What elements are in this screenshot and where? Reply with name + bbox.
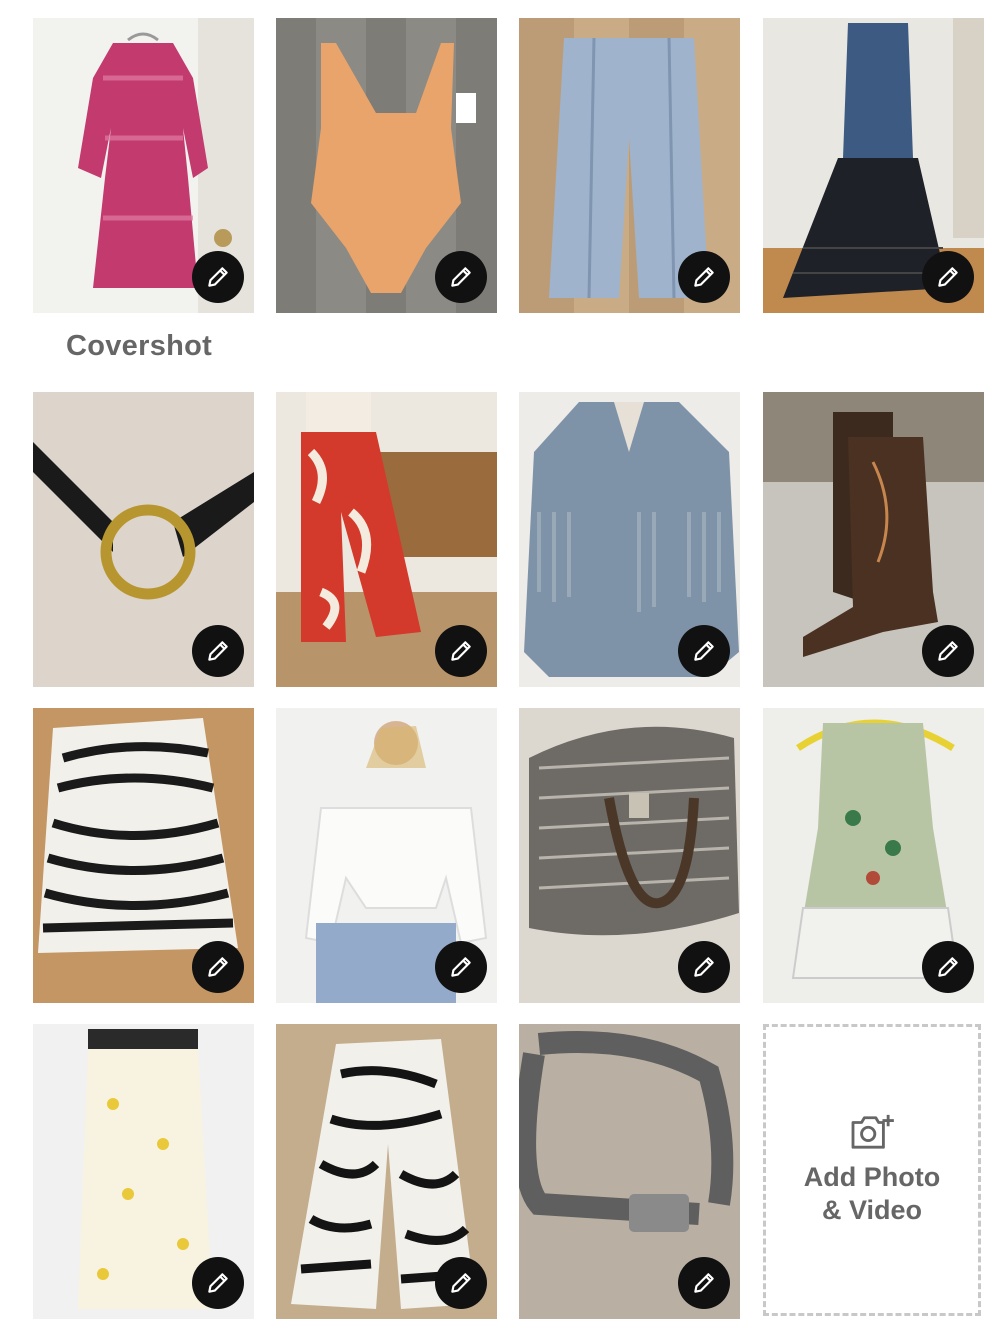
edit-photo-button[interactable] — [922, 251, 974, 303]
pencil-icon — [694, 957, 714, 977]
photo-tile-12[interactable] — [763, 708, 984, 1003]
add-photo-video-label: Add Photo & Video — [803, 1162, 941, 1225]
edit-photo-button[interactable] — [922, 625, 974, 677]
photo-tile-7[interactable] — [519, 392, 740, 687]
photo-tile-11[interactable] — [519, 708, 740, 1003]
pencil-icon — [208, 957, 228, 977]
pencil-icon — [938, 957, 958, 977]
photo-tile-10[interactable] — [276, 708, 497, 1003]
pencil-icon — [451, 957, 471, 977]
pencil-icon — [694, 1273, 714, 1293]
pencil-icon — [938, 641, 958, 661]
edit-photo-button[interactable] — [435, 625, 487, 677]
camera-plus-icon — [851, 1114, 894, 1149]
pencil-icon — [694, 267, 714, 287]
edit-photo-button[interactable] — [192, 251, 244, 303]
pencil-icon — [694, 641, 714, 661]
photo-tile-2[interactable] — [276, 18, 497, 313]
edit-photo-button[interactable] — [435, 1257, 487, 1309]
edit-photo-button[interactable] — [922, 941, 974, 993]
photo-tile-13[interactable] — [33, 1024, 254, 1319]
photo-tile-8[interactable] — [763, 392, 984, 687]
photo-tile-5[interactable] — [33, 392, 254, 687]
photo-tile-1[interactable] — [33, 18, 254, 313]
pencil-icon — [451, 1273, 471, 1293]
edit-photo-button[interactable] — [435, 251, 487, 303]
photo-tile-15[interactable] — [519, 1024, 740, 1319]
edit-photo-button[interactable] — [678, 1257, 730, 1309]
edit-photo-button[interactable] — [678, 941, 730, 993]
pencil-icon — [208, 267, 228, 287]
edit-photo-button[interactable] — [678, 625, 730, 677]
edit-photo-button[interactable] — [192, 625, 244, 677]
edit-photo-button[interactable] — [192, 1257, 244, 1309]
pencil-icon — [938, 267, 958, 287]
add-photo-video-button[interactable]: Add Photo & Video — [763, 1024, 981, 1316]
covershot-label: Covershot — [66, 330, 213, 362]
pencil-icon — [208, 641, 228, 661]
pencil-icon — [451, 267, 471, 287]
edit-photo-button[interactable] — [678, 251, 730, 303]
pencil-icon — [451, 641, 471, 661]
pencil-icon — [208, 1273, 228, 1293]
edit-photo-button[interactable] — [192, 941, 244, 993]
photo-tile-14[interactable] — [276, 1024, 497, 1319]
photo-tile-9[interactable] — [33, 708, 254, 1003]
photo-tile-6[interactable] — [276, 392, 497, 687]
edit-photo-button[interactable] — [435, 941, 487, 993]
photo-tile-4[interactable] — [763, 18, 984, 313]
photo-tile-3[interactable] — [519, 18, 740, 313]
